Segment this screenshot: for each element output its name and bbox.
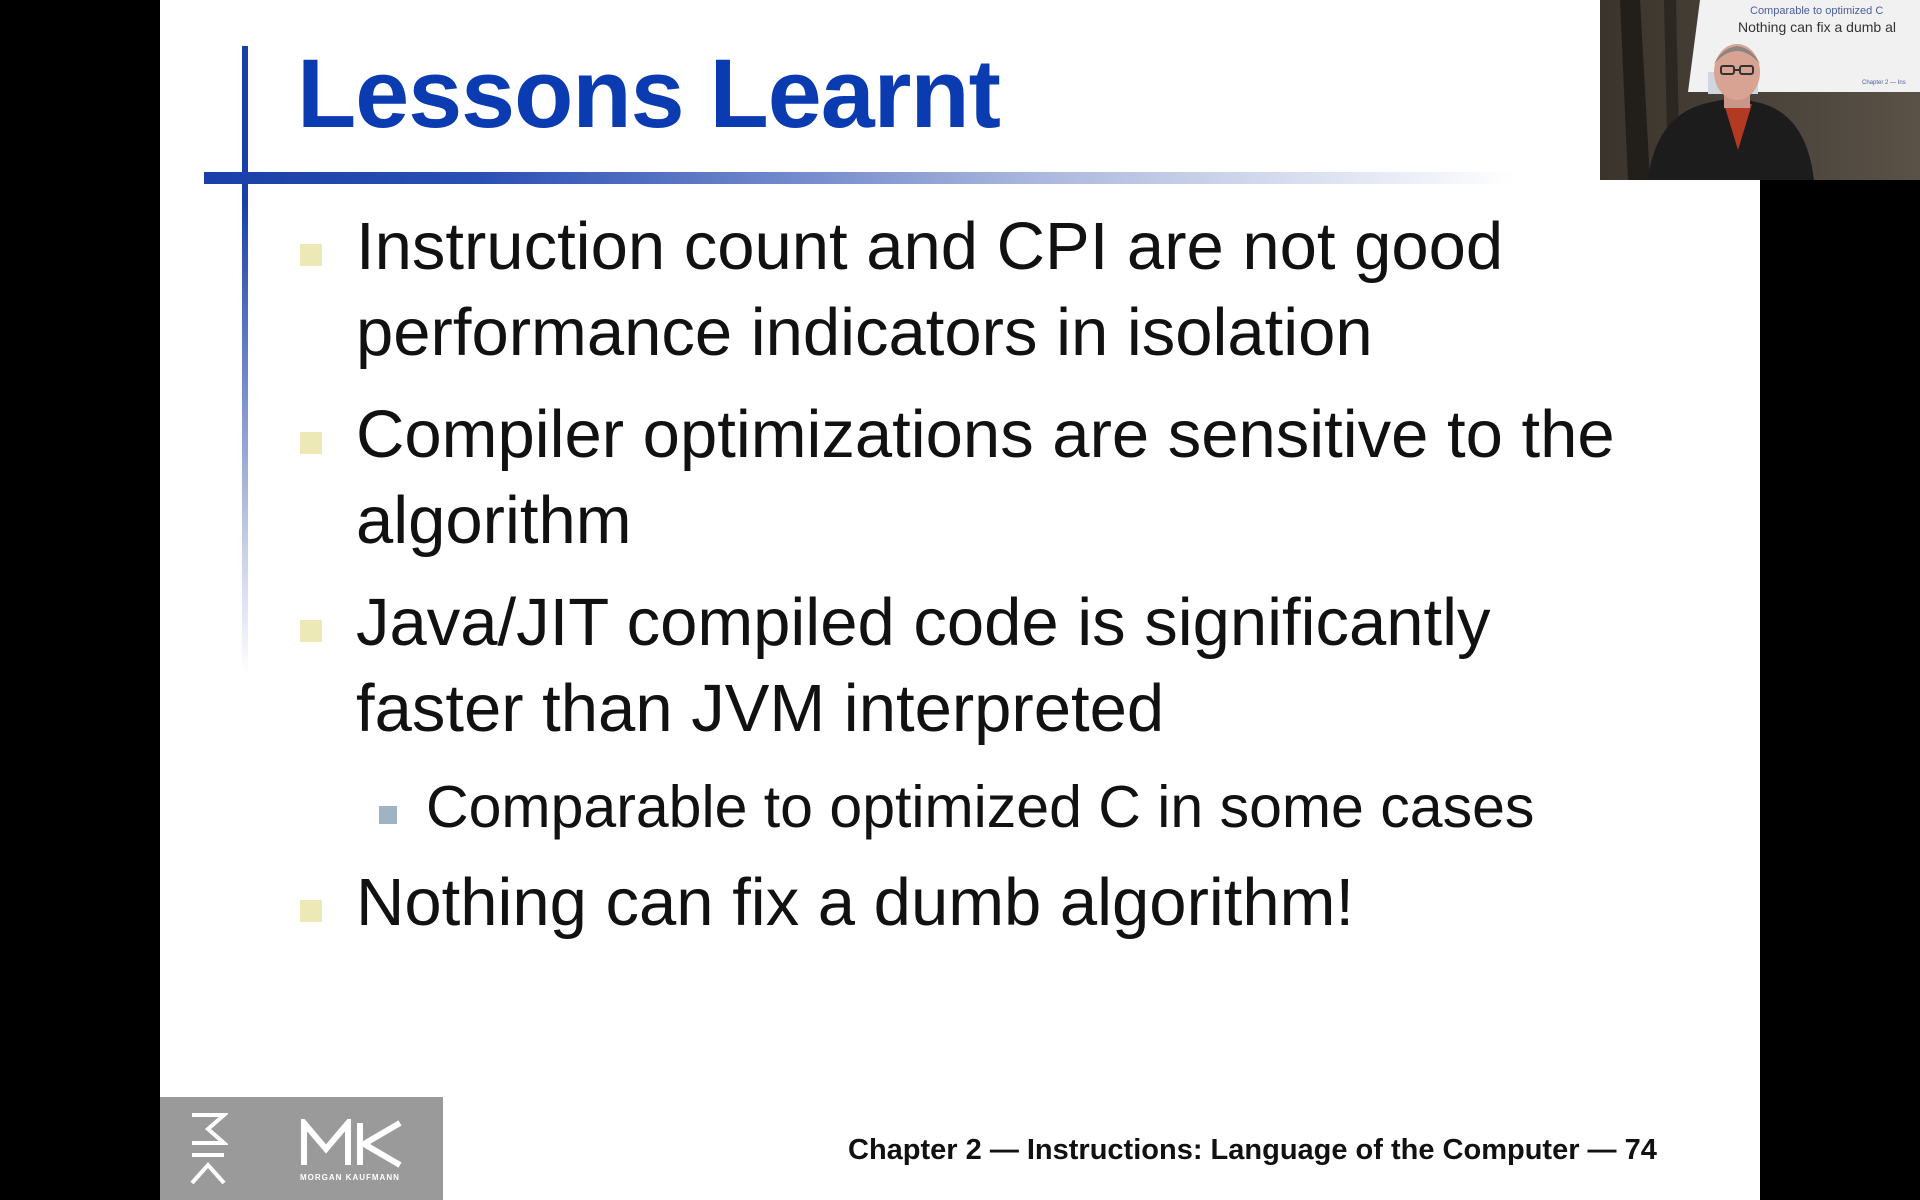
bullet-line: Nothing can fix a dumb algorithm! <box>356 865 1355 940</box>
bullet-line: algorithm <box>356 483 632 558</box>
bullet-marker <box>300 432 322 454</box>
logo-subtitle: MORGAN KAUFMANN <box>300 1173 400 1182</box>
bullet-marker <box>300 900 322 922</box>
projected-text-line: Nothing can fix a dumb al <box>1738 19 1896 35</box>
slide-footer: Chapter 2 — Instructions: Language of th… <box>848 1134 1657 1166</box>
mk-logo-icon <box>301 1119 402 1168</box>
bullet-marker <box>300 620 322 642</box>
bullet-line: faster than JVM interpreted <box>356 671 1165 746</box>
sub-bullet-marker <box>379 806 397 824</box>
projected-text-line: Comparable to optimized C <box>1750 5 1883 17</box>
webcam-scene: Comparable to optimized C Nothing can fi… <box>1600 0 1920 180</box>
title-vertical-rule <box>242 46 248 676</box>
slide: Lessons Learnt Instruction count and CPI… <box>160 0 1760 1200</box>
presenter-webcam: Comparable to optimized C Nothing can fi… <box>1600 0 1920 180</box>
slide-title: Lessons Learnt <box>297 39 1001 148</box>
title-horizontal-rule <box>204 172 1584 184</box>
bullet-line: Instruction count and CPI are not good <box>356 209 1504 284</box>
bullet-line: Java/JIT compiled code is significantly <box>356 585 1491 660</box>
sub-bullet-line: Comparable to optimized C in some cases <box>426 774 1535 840</box>
bullet-marker <box>300 244 322 266</box>
bullet-line: performance indicators in isolation <box>356 295 1373 370</box>
publisher-logo: MORGAN KAUFMANN <box>160 1097 443 1200</box>
bullet-line: Compiler optimizations are sensitive to … <box>356 397 1615 472</box>
mk-rotated-logo-icon <box>190 1113 228 1185</box>
projected-footer: Chapter 2 — Ins <box>1862 80 1906 86</box>
